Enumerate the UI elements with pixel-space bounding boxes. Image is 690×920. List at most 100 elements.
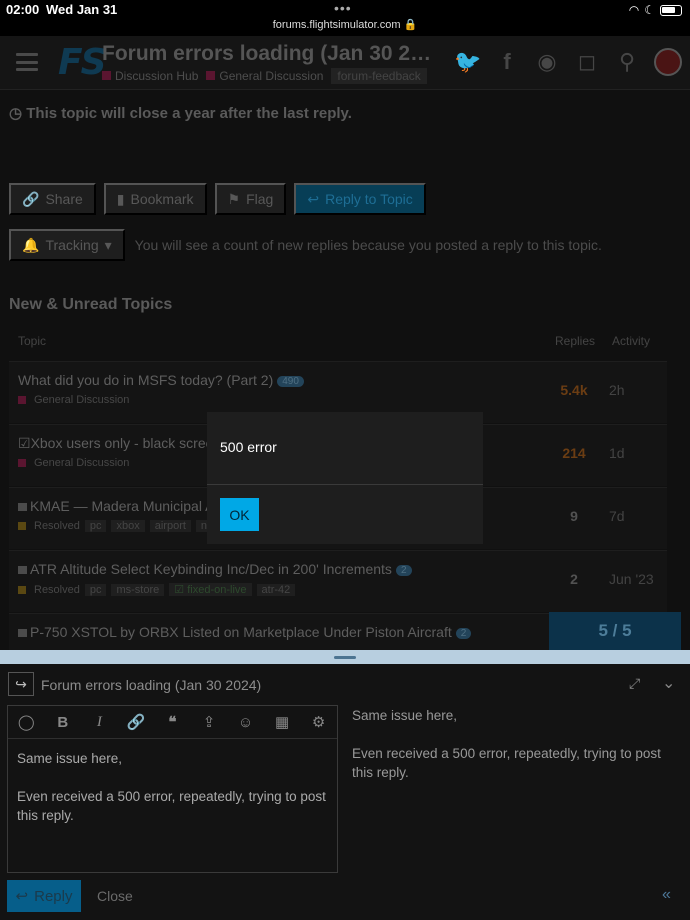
bookmark-icon: ▮	[116, 190, 125, 207]
status-time: 02:00	[6, 2, 40, 17]
emoji-icon[interactable]: ☺	[234, 714, 258, 731]
tag[interactable]: atr-42	[256, 583, 296, 596]
editor: ◯ B I 🔗 ❝ ⇪ ☺ ▦ ⚙ Same issue here, Even …	[7, 705, 338, 873]
search-icon[interactable]: ⚲	[614, 49, 640, 75]
col-topic[interactable]: Topic	[18, 334, 46, 348]
unread-badge[interactable]: 2	[455, 627, 472, 639]
flag-button[interactable]: ⚑ Flag	[214, 183, 287, 215]
dialog-divider	[207, 484, 483, 485]
hamburger-menu-icon[interactable]	[16, 53, 38, 71]
reply-preview: Same issue here, Even received a 500 err…	[352, 708, 661, 780]
bookmark-button[interactable]: ▮ Bookmark	[103, 183, 207, 215]
share-button[interactable]: 🔗 Share	[9, 183, 96, 215]
facebook-icon[interactable]: f	[494, 49, 520, 75]
double-chevron-left-icon[interactable]: «	[662, 886, 671, 904]
forum-page: FS Forum errors loading (Jan 30 2… Discu…	[0, 36, 690, 650]
status-date: Wed Jan 31	[46, 2, 118, 17]
topic-category[interactable]: General Discussion	[34, 457, 129, 469]
reply-arrow-icon: ↩	[15, 888, 29, 905]
topic-link[interactable]: Xbox users only - black scree	[31, 435, 214, 451]
reply-count[interactable]: 214	[544, 445, 604, 461]
tag[interactable]: pc	[84, 583, 107, 596]
reply-count[interactable]: 9	[544, 508, 604, 524]
lock-icon	[18, 629, 27, 638]
upload-icon[interactable]: ⇪	[197, 713, 221, 731]
instagram-icon[interactable]: ◻	[574, 49, 600, 75]
lock-icon	[18, 566, 27, 575]
activity-time[interactable]: 7d	[609, 508, 625, 524]
twitter-icon[interactable]: 🐦	[454, 49, 481, 75]
blockquote-icon[interactable]: ❝	[160, 713, 184, 731]
tag[interactable]: xbox	[111, 520, 145, 532]
topic-category[interactable]: Resolved	[34, 584, 80, 596]
unread-badge[interactable]: 490	[277, 375, 304, 387]
notification-tracking: 🔔 Tracking ▾ You will see a count of new r…	[9, 229, 602, 261]
topic-category[interactable]: General Discussion	[34, 394, 129, 406]
tag[interactable]: ms-store	[111, 583, 165, 596]
tracking-dropdown[interactable]: 🔔 Tracking ▾	[9, 229, 125, 261]
site-header: FS Forum errors loading (Jan 30 2… Discu…	[0, 36, 690, 90]
header-topic-title[interactable]: Forum errors loading (Jan 30 2…	[102, 42, 431, 66]
quote-bubble-icon[interactable]: ◯	[14, 713, 38, 731]
reply-textarea[interactable]: Same issue here, Even received a 500 err…	[17, 749, 332, 844]
close-composer-button[interactable]: Close	[97, 888, 133, 904]
topic-link[interactable]: What did you do in MSFS today? (Part 2)	[18, 372, 273, 388]
tag[interactable]: pc	[84, 520, 107, 532]
topic-link[interactable]: ATR Altitude Select Keybinding Inc/Dec i…	[30, 561, 392, 577]
category-general-discussion[interactable]: General Discussion	[206, 69, 323, 83]
topic-progress-indicator[interactable]: 5 / 5	[549, 612, 681, 650]
bell-icon: 🔔	[22, 236, 40, 253]
topic-actions: 🔗 Share ▮ Bookmark ⚑ Flag ↩ Reply to Topic	[9, 183, 426, 215]
site-logo[interactable]: FS	[58, 42, 107, 83]
address-url[interactable]: forums.flightsimulator.com 🔒	[0, 18, 690, 31]
checkbox-icon: ☑	[18, 435, 31, 451]
category-discussion-hub[interactable]: Discussion Hub	[102, 69, 198, 83]
discord-icon[interactable]: ◉	[534, 49, 560, 75]
check-icon: ☑	[174, 584, 185, 596]
error-dialog: 500 error OK	[207, 412, 483, 544]
topic-link[interactable]: KMAE — Madera Municipal A	[30, 498, 214, 514]
gear-icon[interactable]: ⚙	[307, 713, 331, 731]
clock-icon: ◷	[9, 105, 23, 122]
tag-forum-feedback[interactable]: forum-feedback	[331, 68, 427, 84]
col-activity[interactable]: Activity	[612, 334, 650, 348]
col-replies[interactable]: Replies	[555, 334, 595, 348]
reply-count[interactable]: 5.4k	[544, 382, 604, 398]
tag[interactable]: ☑ fixed-on-live	[169, 583, 252, 596]
section-title: New & Unread Topics	[9, 296, 173, 313]
italic-icon[interactable]: I	[87, 714, 111, 731]
flag-icon: ⚑	[227, 190, 241, 207]
editor-toolbar: ◯ B I 🔗 ❝ ⇪ ☺ ▦ ⚙	[8, 706, 337, 739]
grip-handle-icon[interactable]	[334, 656, 356, 659]
reply-count[interactable]: 2	[544, 571, 604, 587]
activity-time[interactable]: Jun '23	[609, 571, 654, 587]
wifi-icon: ◠	[628, 3, 640, 17]
tracking-note: You will see a count of new replies beca…	[134, 237, 602, 253]
ok-button[interactable]: OK	[220, 498, 259, 531]
unread-badge[interactable]: 2	[395, 564, 412, 576]
reply-to-topic-button[interactable]: ↩ Reply to Topic	[294, 183, 426, 215]
error-message: 500 error	[220, 439, 277, 455]
table-row[interactable]: ATR Altitude Select Keybinding Inc/Dec i…	[9, 550, 667, 612]
reply-arrow-icon: ↩	[307, 190, 320, 207]
topic-category[interactable]: Resolved	[34, 520, 80, 532]
reply-submit-button[interactable]: ↩ Reply	[7, 880, 81, 912]
tag[interactable]: airport	[149, 520, 191, 532]
reply-action-icon[interactable]: ↪	[8, 672, 34, 696]
battery-icon	[660, 4, 682, 16]
activity-time[interactable]: 1d	[609, 445, 625, 461]
composer-topic-title[interactable]: Forum errors loading (Jan 30 2024)	[41, 677, 261, 693]
user-avatar[interactable]	[654, 48, 682, 76]
calendar-icon[interactable]: ▦	[270, 713, 294, 731]
bold-icon[interactable]: B	[51, 714, 75, 731]
chevron-down-icon[interactable]: ⌄	[662, 673, 675, 693]
topic-link[interactable]: P-750 XSTOL by ORBX Listed on Marketplac…	[30, 624, 452, 640]
reply-composer: ↪ Forum errors loading (Jan 30 2024) ⤢ ⌄…	[0, 664, 690, 920]
fullscreen-icon[interactable]: ⤢	[629, 675, 640, 692]
activity-time[interactable]: 2h	[609, 382, 625, 398]
caret-down-icon: ▾	[104, 236, 112, 253]
link-icon[interactable]: 🔗	[124, 713, 148, 731]
header-categories: Discussion Hub General Discussion forum-…	[102, 68, 427, 84]
more-dots-icon[interactable]: •••	[334, 0, 352, 16]
lock-icon	[18, 503, 27, 512]
